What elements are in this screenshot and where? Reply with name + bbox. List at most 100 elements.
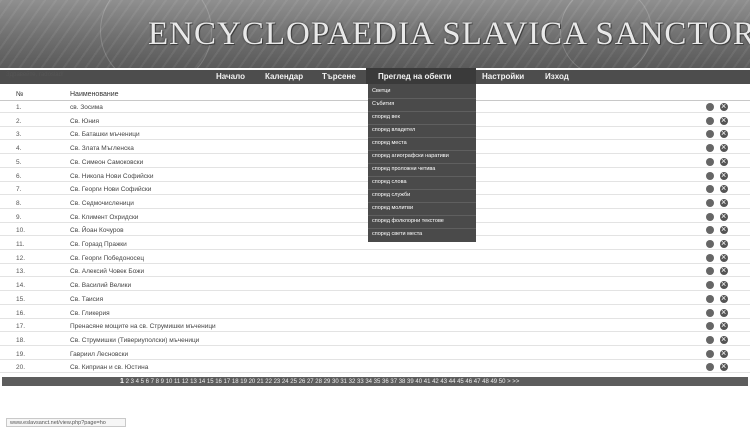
site-banner: ENCYCLOPAEDIA SLAVICA SANCTORUM (0, 0, 750, 68)
edit-icon[interactable] (706, 103, 714, 111)
nav-calendar[interactable]: Календар (265, 72, 303, 81)
edit-icon[interactable] (706, 212, 714, 221)
row-name-link[interactable]: Св. Горазд Пражки (70, 241, 127, 248)
nav-home[interactable]: Начало (216, 72, 245, 81)
site-logo-title[interactable]: ENCYCLOPAEDIA SLAVICA SANCTORUM (148, 16, 750, 53)
nav-overview[interactable]: Преглед на обекти (378, 72, 452, 81)
dropdown-separator (368, 215, 476, 216)
nav-logout[interactable]: Изход (545, 72, 569, 81)
edit-icon[interactable] (706, 130, 714, 139)
dropdown-item[interactable]: според проложни четива (372, 166, 435, 172)
delete-icon[interactable] (720, 114, 728, 126)
row-name-link[interactable]: Св. Киприан и св. Юстина (70, 364, 148, 371)
row-name-link[interactable]: Св. Баташки мъченици (70, 131, 140, 138)
row-number: 20. (16, 364, 26, 372)
dropdown-item[interactable]: според владетел (372, 127, 415, 133)
edit-icon[interactable] (706, 253, 714, 262)
edit-icon[interactable] (706, 363, 714, 372)
nav-search[interactable]: Търсене (322, 72, 356, 81)
row-name-link[interactable]: Гавриил Лесновски (70, 351, 128, 358)
column-header-name[interactable]: Наименование (70, 91, 119, 98)
delete-icon[interactable] (720, 278, 728, 290)
dropdown-separator (368, 163, 476, 164)
delete-icon[interactable] (720, 169, 728, 181)
edit-icon[interactable] (706, 294, 714, 303)
row-name-link[interactable]: св. Зосима (70, 104, 103, 111)
row-name-link[interactable]: Св. Георги Нови Софийски (70, 186, 151, 193)
edit-icon[interactable] (706, 171, 714, 180)
delete-icon[interactable] (720, 251, 728, 263)
row-name-link[interactable]: Св. Юния (70, 118, 99, 125)
nav-settings[interactable]: Настройки (482, 72, 524, 81)
row-number: 2. (16, 117, 22, 125)
edit-icon[interactable] (706, 226, 714, 235)
edit-icon[interactable] (706, 322, 714, 331)
row-name-link[interactable]: Пренасяне мощите на св. Струмишки мъчени… (70, 323, 216, 330)
delete-icon[interactable] (720, 333, 728, 345)
delete-icon[interactable] (720, 264, 728, 276)
row-name-link[interactable]: Св. Симеон Самоковски (70, 159, 143, 166)
row-name-link[interactable]: Св. Никола Нови Софийски (70, 173, 154, 180)
edit-icon[interactable] (706, 185, 714, 194)
delete-icon[interactable] (720, 155, 728, 167)
delete-icon[interactable] (720, 347, 728, 359)
delete-icon[interactable] (720, 360, 728, 372)
delete-icon[interactable] (720, 237, 728, 249)
delete-icon[interactable] (720, 182, 728, 194)
row-number: 17. (16, 323, 26, 331)
row-name-link[interactable]: Св. Климент Охридски (70, 214, 138, 221)
edit-icon[interactable] (706, 157, 714, 166)
delete-icon[interactable] (720, 210, 728, 222)
edit-icon[interactable] (706, 308, 714, 317)
delete-icon[interactable] (720, 306, 728, 318)
row-number: 6. (16, 172, 22, 180)
delete-icon[interactable] (720, 141, 728, 153)
table-row: 18. Св. Струмишки (Тивериуполски) мъчениц… (0, 333, 750, 346)
edit-icon[interactable] (706, 349, 714, 358)
table-row: 14. Св. Василий Велики (0, 278, 750, 292)
row-name-link[interactable]: Св. Георги Победоносец (70, 255, 144, 262)
dropdown-item[interactable]: Светци (372, 88, 390, 94)
delete-icon[interactable] (720, 223, 728, 235)
dropdown-item[interactable]: според фолклорни текстове (372, 218, 444, 224)
row-name-link[interactable]: Св. Таисия (70, 296, 103, 303)
table-row: 12. Св. Георги Победоносец (0, 251, 750, 264)
row-name-link[interactable]: Св. Гликерия (70, 310, 110, 317)
delete-icon[interactable] (720, 292, 728, 304)
edit-icon[interactable] (706, 198, 714, 207)
pagination-page-links[interactable]: 2 3 4 5 6 7 8 9 10 11 12 13 14 15 16 17 … (126, 379, 520, 385)
row-name-link[interactable]: Св. Струмишки (Тивериуполски) мъченици (70, 337, 199, 344)
dropdown-item[interactable]: според молитви (372, 205, 413, 211)
edit-icon[interactable] (706, 144, 714, 153)
greeting-text: Здравейте, radoslad! (6, 72, 64, 78)
dropdown-item[interactable]: според век (372, 114, 400, 120)
delete-icon[interactable] (720, 196, 728, 208)
row-name-link[interactable]: Св. Злата Мъгленска (70, 145, 134, 152)
pagination-current-page[interactable]: 1 (120, 378, 124, 385)
delete-icon[interactable] (720, 319, 728, 331)
dropdown-item[interactable]: според агиографски наративи (372, 153, 449, 159)
row-name-link[interactable]: Св. Йоан Кочуров (70, 227, 124, 234)
dropdown-item[interactable]: според служби (372, 192, 410, 198)
dropdown-separator (368, 176, 476, 177)
edit-icon[interactable] (706, 267, 714, 276)
row-number: 9. (16, 213, 22, 221)
dropdown-item[interactable]: според слова (372, 179, 407, 185)
row-number: 4. (16, 145, 22, 153)
edit-icon[interactable] (706, 116, 714, 125)
dropdown-item[interactable]: Събития (372, 101, 394, 107)
delete-icon[interactable] (720, 127, 728, 139)
dropdown-separator (368, 111, 476, 112)
edit-icon[interactable] (706, 335, 714, 344)
row-name-link[interactable]: Св. Алексий Човек Божи (70, 268, 144, 275)
edit-icon[interactable] (706, 281, 714, 290)
row-name-link[interactable]: Св. Седмочисленици (70, 200, 134, 207)
row-number: 12. (16, 254, 26, 262)
dropdown-item[interactable]: според места (372, 140, 407, 146)
delete-icon[interactable] (720, 100, 728, 112)
row-name-link[interactable]: Св. Василий Велики (70, 282, 131, 289)
dropdown-separator (368, 202, 476, 203)
table-row: 15. Св. Таисия (0, 292, 750, 305)
dropdown-item[interactable]: според свети места (372, 231, 422, 237)
edit-icon[interactable] (706, 240, 714, 248)
